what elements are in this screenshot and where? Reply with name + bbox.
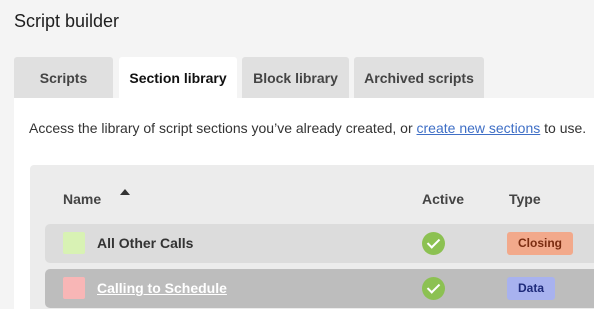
column-header-active[interactable]: Active <box>422 191 464 207</box>
sort-ascending-icon[interactable] <box>120 189 130 195</box>
active-check-icon <box>422 277 445 300</box>
section-name-link[interactable]: Calling to Schedule <box>97 280 227 296</box>
active-check-icon <box>422 232 445 255</box>
tab-archived-scripts[interactable]: Archived scripts <box>354 57 484 98</box>
table-row[interactable]: All Other Calls Closing <box>45 224 594 263</box>
intro-text: Access the library of script sections yo… <box>29 120 586 136</box>
column-header-type[interactable]: Type <box>509 191 541 207</box>
column-header-name[interactable]: Name <box>63 191 101 207</box>
tab-scripts[interactable]: Scripts <box>14 57 113 98</box>
intro-text-before: Access the library of script sections yo… <box>29 120 417 136</box>
section-name[interactable]: All Other Calls <box>97 235 193 251</box>
type-badge: Data <box>507 277 556 300</box>
intro-text-after: to use. <box>540 120 587 136</box>
sections-table: Name Active Type All Other Calls Closing… <box>30 165 594 309</box>
table-row[interactable]: Calling to Schedule Data <box>45 269 594 308</box>
tab-block-library[interactable]: Block library <box>242 57 349 98</box>
section-color-swatch <box>63 232 85 254</box>
page-title: Script builder <box>14 11 120 31</box>
type-badge: Closing <box>507 232 573 255</box>
tab-section-library[interactable]: Section library <box>119 57 237 98</box>
section-library-panel: Access the library of script sections yo… <box>14 98 594 309</box>
section-color-swatch <box>63 277 85 299</box>
create-new-sections-link[interactable]: create new sections <box>417 120 541 136</box>
